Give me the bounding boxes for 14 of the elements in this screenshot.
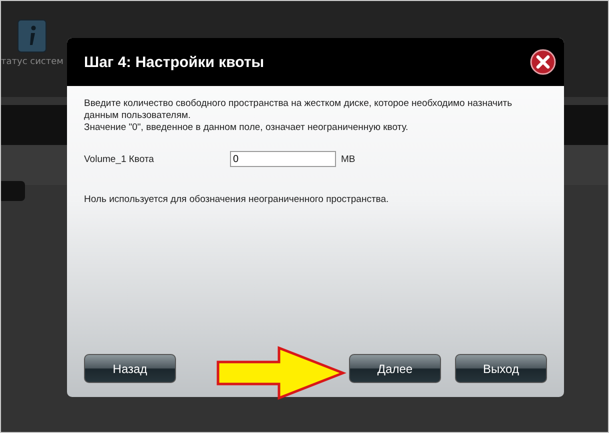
dialog-button[interactable]: Выход: [455, 354, 547, 383]
unit-label: MB: [341, 154, 356, 164]
quota-label: Volume_1 Квота: [84, 154, 155, 164]
arrow-icon: [215, 346, 347, 400]
info-icon[interactable]: [17, 19, 47, 53]
app-label[interactable]: татус систем: [1, 57, 64, 67]
dialog-button[interactable]: Далее: [349, 354, 441, 383]
quota-input[interactable]: 0: [230, 151, 336, 167]
note-text: Ноль используется для обозначения неограниченного пространства.: [84, 194, 390, 205]
dialog-title: Шаг 4: Настройки квоты: [84, 54, 264, 70]
dialog-button[interactable]: Назад: [84, 354, 176, 383]
close-icon[interactable]: [530, 49, 556, 75]
intro-text: Введите количество свободного пространства на жестком диске, которое необходимо назначить данным пользователям. Значение "0", введенное в данном поле, означает неограниченную квоту.: [84, 98, 514, 134]
background-button[interactable]: [1, 181, 25, 201]
